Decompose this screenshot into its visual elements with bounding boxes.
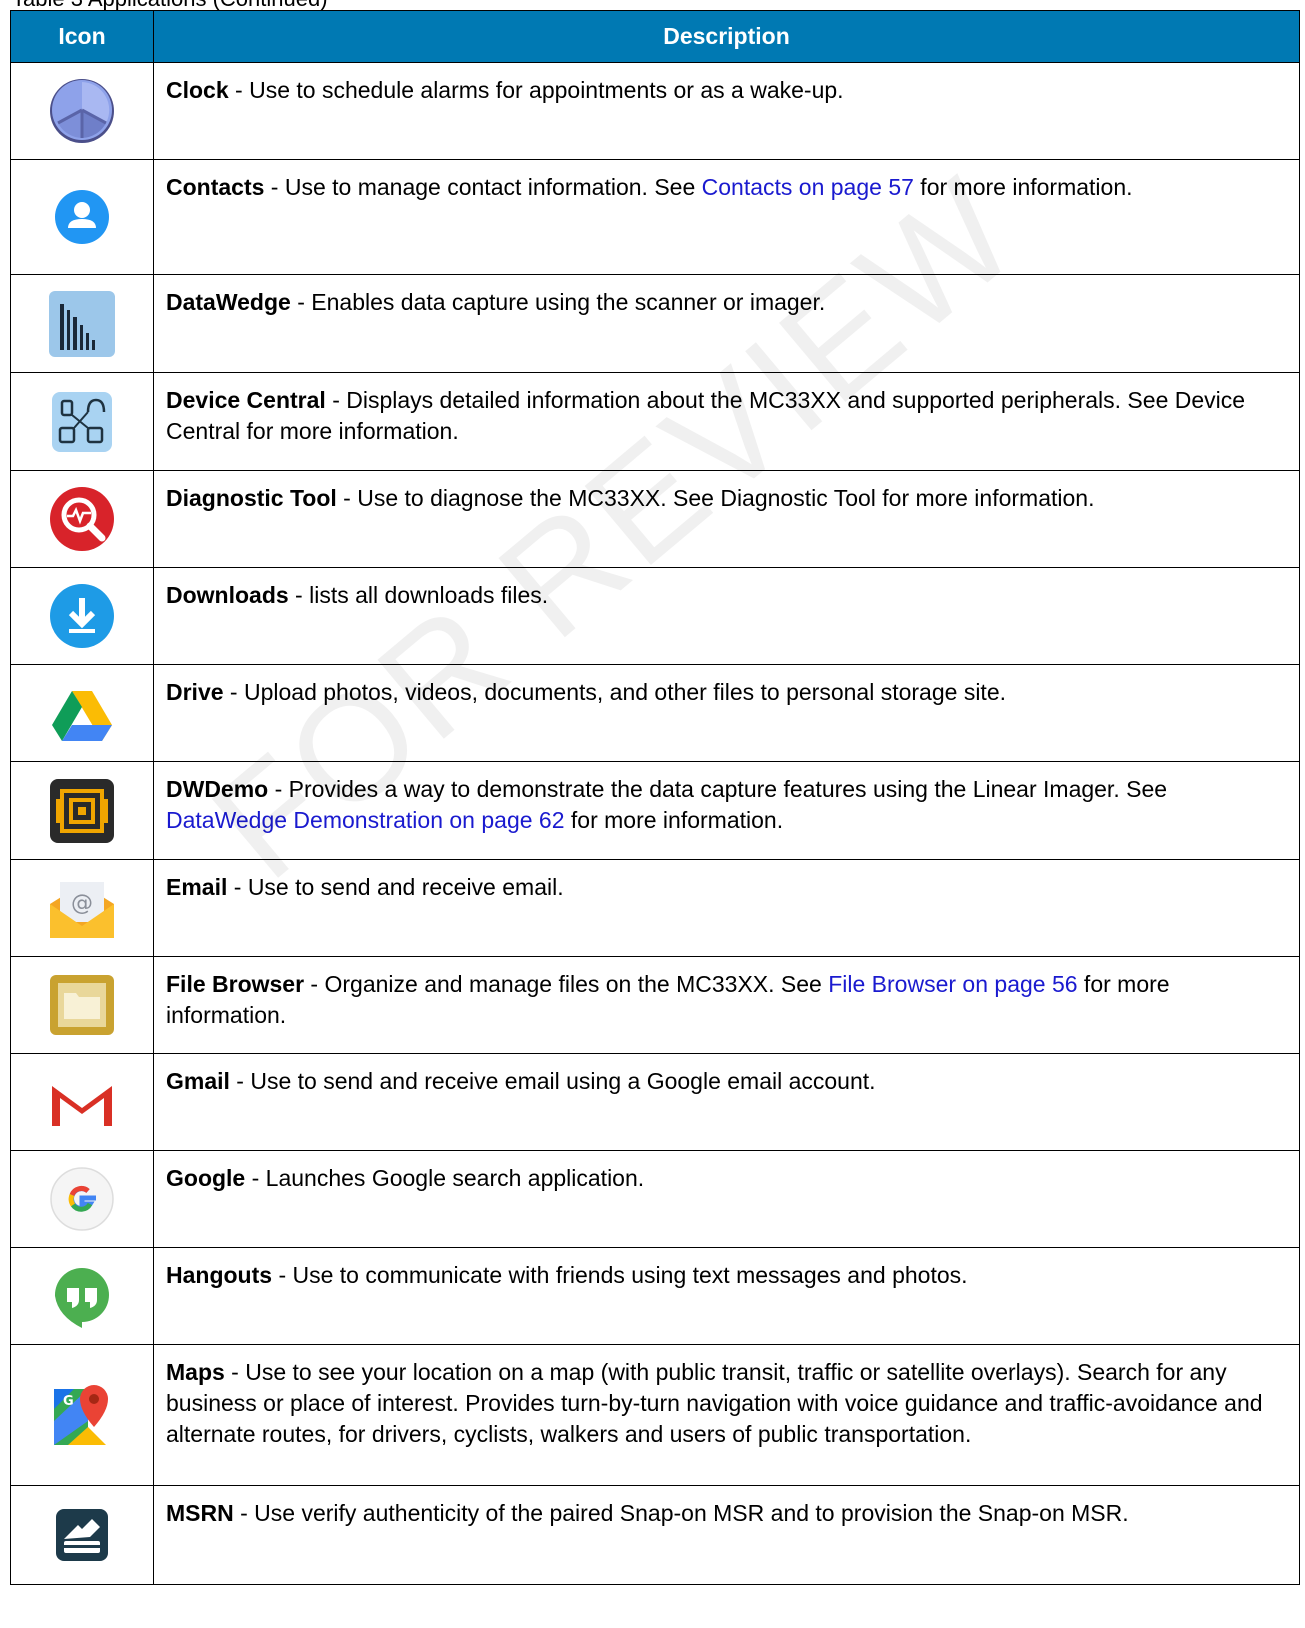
table-row: Google - Launches Google search applicat… (10, 1150, 1300, 1248)
downloads-icon (48, 582, 116, 650)
app-name: Maps (166, 1359, 225, 1385)
app-name: Clock (166, 77, 229, 103)
dwdemo-icon (48, 777, 116, 845)
maps-icon: G (48, 1381, 116, 1449)
app-description: - Use to diagnose the MC33XX. See Diagno… (336, 485, 1095, 511)
app-description: - Use to send and receive email. (227, 874, 564, 900)
table-row: DWDemo - Provides a way to demonstrate t… (10, 761, 1300, 860)
app-name: Device Central (166, 387, 326, 413)
table-header-row: Icon Description (10, 10, 1300, 63)
app-description: - Use to schedule alarms for appointment… (228, 77, 844, 103)
app-name: Hangouts (166, 1262, 273, 1288)
svg-text:@: @ (71, 891, 93, 916)
app-name: Diagnostic Tool (166, 485, 337, 511)
app-name: MSRN (166, 1500, 234, 1526)
table-row: DataWedge - Enables data capture using t… (10, 274, 1300, 373)
datawedge-icon (48, 290, 116, 358)
app-description: - Displays detailed information about th… (166, 387, 1246, 444)
table-row: Clock - Use to schedule alarms for appoi… (10, 62, 1300, 160)
svg-text:G: G (63, 1394, 74, 1409)
datawedge-demo-link[interactable]: DataWedge Demonstration on page 62 (166, 807, 565, 833)
app-name: File Browser (166, 971, 305, 997)
table-row: Gmail - Use to send and receive email us… (10, 1053, 1300, 1151)
contacts-icon (48, 183, 116, 251)
applications-table: Icon Description Clock - Use to schedule… (10, 10, 1300, 1585)
app-description: - Use verify authenticity of the paired … (233, 1500, 1129, 1526)
table-row: File Browser - Organize and manage files… (10, 956, 1300, 1054)
app-name: Gmail (166, 1068, 230, 1094)
app-name: Drive (166, 679, 224, 705)
app-description: - Use to see your location on a map (wit… (166, 1359, 1263, 1447)
app-description: - Launches Google search application. (245, 1165, 645, 1191)
app-name: Contacts (166, 174, 265, 200)
app-description: - Use to manage contact information. See (264, 174, 702, 200)
table-row: Device Central - Displays detailed infor… (10, 372, 1300, 471)
icon-column-header: Icon (10, 10, 154, 63)
drive-icon (48, 679, 116, 747)
app-description: - Use to send and receive email using a … (229, 1068, 876, 1094)
table-row: Diagnostic Tool - Use to diagnose the MC… (10, 470, 1300, 568)
app-name: DWDemo (166, 776, 269, 802)
table-row: G Maps - Use to see your location on a m… (10, 1344, 1300, 1486)
hangouts-icon (48, 1262, 116, 1330)
table-row: Downloads - lists all downloads files. (10, 567, 1300, 665)
msrn-icon (48, 1501, 116, 1569)
app-description: - Provides a way to demonstrate the data… (268, 776, 1168, 802)
diagnostic-tool-icon (48, 485, 116, 553)
file-browser-page-link[interactable]: File Browser on page 56 (828, 971, 1077, 997)
table-row: MSRN - Use verify authenticity of the pa… (10, 1485, 1300, 1585)
file-browser-icon (48, 971, 116, 1039)
app-description-end: for more information. (564, 807, 784, 833)
app-description: - lists all downloads files. (288, 582, 549, 608)
table-row: Hangouts - Use to communicate with frien… (10, 1247, 1300, 1345)
app-name: Email (166, 874, 228, 900)
email-icon: @ (48, 874, 116, 942)
app-description: - Enables data capture using the scanner… (290, 289, 826, 315)
contacts-page-link[interactable]: Contacts on page 57 (702, 174, 914, 200)
table-row: Drive - Upload photos, videos, documents… (10, 664, 1300, 762)
app-name: Google (166, 1165, 246, 1191)
gmail-icon (48, 1068, 116, 1136)
description-column-header: Description (153, 10, 1300, 63)
table-row: Contacts - Use to manage contact informa… (10, 159, 1300, 275)
device-central-icon (48, 388, 116, 456)
google-icon (48, 1165, 116, 1233)
app-description-end: for more information. (913, 174, 1133, 200)
app-name: DataWedge (166, 289, 291, 315)
app-name: Downloads (166, 582, 289, 608)
table-row: @ Email - Use to send and receive email. (10, 859, 1300, 957)
app-description: - Organize and manage files on the MC33X… (304, 971, 829, 997)
app-description: - Use to communicate with friends using … (272, 1262, 968, 1288)
app-description: - Upload photos, videos, documents, and … (223, 679, 1006, 705)
clock-icon (48, 77, 116, 145)
